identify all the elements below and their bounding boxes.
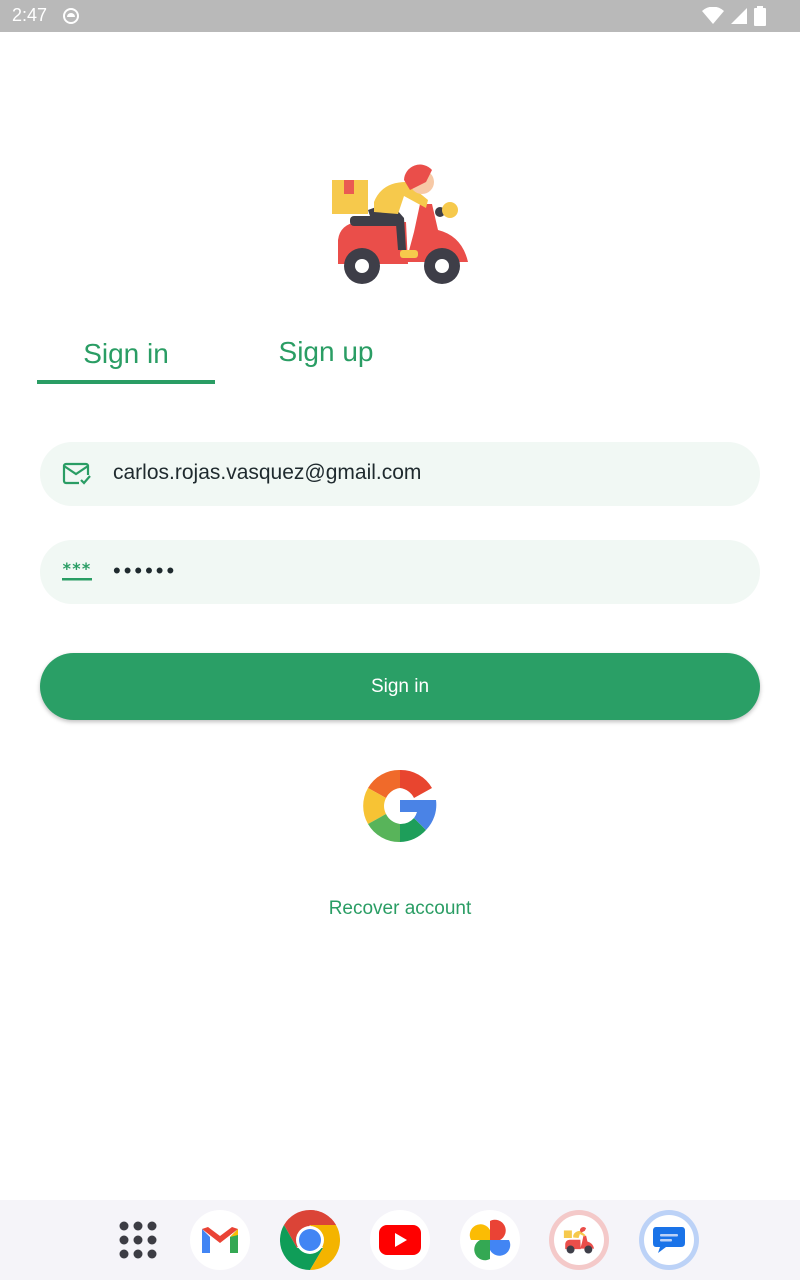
status-bar: 2:47 — [0, 0, 800, 32]
app-dock — [0, 1200, 800, 1280]
password-icon: *** — [62, 560, 92, 581]
signal-icon — [731, 8, 747, 24]
svg-text:***: *** — [62, 560, 91, 578]
password-input-value: •••••• — [113, 558, 178, 583]
notification-icon — [63, 8, 79, 24]
email-input-value: carlos.rojas.vasquez@gmail.com — [113, 461, 422, 484]
gmail-icon[interactable] — [190, 1210, 250, 1270]
recover-account-link[interactable]: Recover account — [0, 898, 800, 920]
battery-icon — [754, 6, 766, 26]
status-icons — [702, 6, 766, 26]
tab-sign-in[interactable]: Sign in — [37, 338, 215, 370]
delivery-scooter-logo — [332, 164, 468, 284]
email-field[interactable]: carlos.rojas.vasquez@gmail.com — [40, 442, 760, 506]
app-drawer-icon[interactable] — [108, 1210, 168, 1270]
tab-sign-up[interactable]: Sign up — [238, 336, 414, 368]
photos-icon[interactable] — [460, 1210, 520, 1270]
mail-check-icon — [62, 462, 92, 486]
chrome-icon[interactable] — [280, 1210, 340, 1270]
delivery-app-icon[interactable] — [549, 1210, 609, 1270]
google-icon[interactable] — [362, 768, 438, 844]
messages-icon[interactable] — [639, 1210, 699, 1270]
password-field[interactable]: *** •••••• — [40, 540, 760, 604]
wifi-icon — [702, 7, 724, 24]
youtube-icon[interactable] — [370, 1210, 430, 1270]
sign-in-button[interactable]: Sign in — [40, 653, 760, 720]
active-tab-indicator — [37, 380, 215, 384]
status-time: 2:47 — [12, 5, 48, 25]
